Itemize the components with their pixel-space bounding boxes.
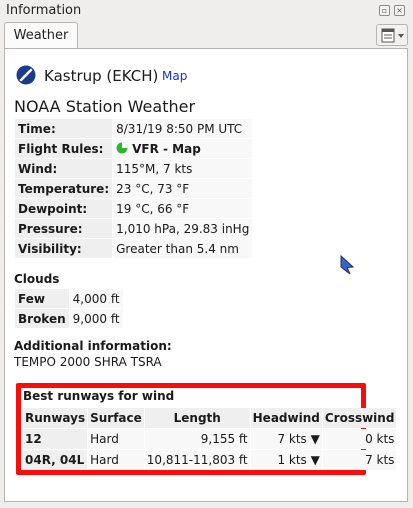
time-value: 8/31/19 8:50 PM UTC <box>113 119 253 138</box>
pressure-label: Pressure: <box>15 219 113 238</box>
cloud-layer-value: 4,000 ft <box>69 289 123 308</box>
time-label: Time: <box>15 119 113 138</box>
table-row: Flight Rules: VFR - Map <box>15 139 253 158</box>
airport-map-link[interactable]: Map <box>162 69 187 83</box>
runway-surface: Hard <box>88 429 144 449</box>
weather-panel: Kastrup (EKCH) Map NOAA Station Weather … <box>4 48 408 502</box>
visibility-value: Greater than 5.4 nm <box>113 239 253 258</box>
clouds-table: Few 4,000 ft Broken 9,000 ft <box>14 288 124 329</box>
col-surface: Surface <box>88 408 144 428</box>
table-row: Few 4,000 ft <box>15 289 123 308</box>
table-row: 12 Hard 9,155 ft 7 kts ▼ 0 kts <box>23 429 397 449</box>
wind-value: 115°M, 7 kts <box>113 159 253 178</box>
airport-name: Kastrup (EKCH) <box>44 67 159 85</box>
table-row: Temperature: 23 °C, 73 °F <box>15 179 253 198</box>
tab-menu-button[interactable] <box>376 24 408 46</box>
list-menu-icon <box>381 28 404 43</box>
table-row: Time: 8/31/19 8:50 PM UTC <box>15 119 253 138</box>
clouds-title: Clouds <box>14 272 60 286</box>
table-row: Pressure: 1,010 hPa, 29.83 inHg <box>15 219 253 238</box>
float-window-icon[interactable]: ▫ <box>379 5 390 16</box>
runway-length: 10,811-11,803 ft <box>144 450 250 470</box>
flight-rules-cell[interactable]: VFR - Map <box>113 139 253 158</box>
mouse-cursor-icon <box>340 255 355 275</box>
cloud-layer-label: Few <box>15 289 69 308</box>
flight-rules-value: VFR - Map <box>132 141 201 156</box>
runway-crosswind: 0 kts <box>322 429 397 449</box>
additional-info-text: TEMPO 2000 SHRA TSRA <box>14 355 162 369</box>
runway-id: 04R, 04L <box>23 450 88 470</box>
cloud-layer-value: 9,000 ft <box>69 309 123 328</box>
temperature-value: 23 °C, 73 °F <box>113 179 253 198</box>
table-row: Wind: 115°M, 7 kts <box>15 159 253 178</box>
runway-id: 12 <box>23 429 88 449</box>
noaa-title: NOAA Station Weather <box>14 97 196 116</box>
visibility-label: Visibility: <box>15 239 113 258</box>
table-row: Broken 9,000 ft <box>15 309 123 328</box>
tab-weather[interactable]: Weather <box>4 22 78 49</box>
runways-highlight-box: Best runways for wind Runways Surface Le… <box>16 383 397 475</box>
col-crosswind: Crosswind <box>322 408 397 428</box>
airport-runway-icon <box>16 65 36 85</box>
table-header-row: Runways Surface Length Headwind Crosswin… <box>23 408 397 428</box>
runway-length: 9,155 ft <box>144 429 250 449</box>
table-row: 04R, 04L Hard 10,811-11,803 ft 1 kts ▼ 7… <box>23 450 397 470</box>
runway-headwind: 1 kts ▼ <box>250 450 322 470</box>
runway-crosswind: 7 kts <box>322 450 397 470</box>
window-title: Information <box>6 3 82 18</box>
col-runways: Runways <box>23 408 88 428</box>
vfr-status-icon <box>116 142 128 153</box>
runway-headwind: 7 kts ▼ <box>250 429 322 449</box>
flight-rules-label: Flight Rules: <box>15 139 113 158</box>
wind-label: Wind: <box>15 159 113 178</box>
runway-surface: Hard <box>88 450 144 470</box>
col-headwind: Headwind <box>250 408 322 428</box>
dewpoint-label: Dewpoint: <box>15 199 113 218</box>
table-row: Dewpoint: 19 °C, 66 °F <box>15 199 253 218</box>
col-length: Length <box>144 408 250 428</box>
table-row: Visibility: Greater than 5.4 nm <box>15 239 253 258</box>
runways-title: Best runways for wind <box>23 389 175 403</box>
cloud-layer-label: Broken <box>15 309 69 328</box>
dewpoint-value: 19 °C, 66 °F <box>113 199 253 218</box>
runways-table: Runways Surface Length Headwind Crosswin… <box>22 407 397 471</box>
window-titlebar: Information ▫ × <box>0 0 413 20</box>
tab-bar: Weather <box>0 20 413 49</box>
close-icon[interactable]: × <box>394 5 405 16</box>
noaa-weather-table: Time: 8/31/19 8:50 PM UTC Flight Rules: … <box>14 118 253 259</box>
additional-info-title: Additional information: <box>14 339 172 353</box>
pressure-value: 1,010 hPa, 29.83 inHg <box>113 219 253 238</box>
temperature-label: Temperature: <box>15 179 113 198</box>
